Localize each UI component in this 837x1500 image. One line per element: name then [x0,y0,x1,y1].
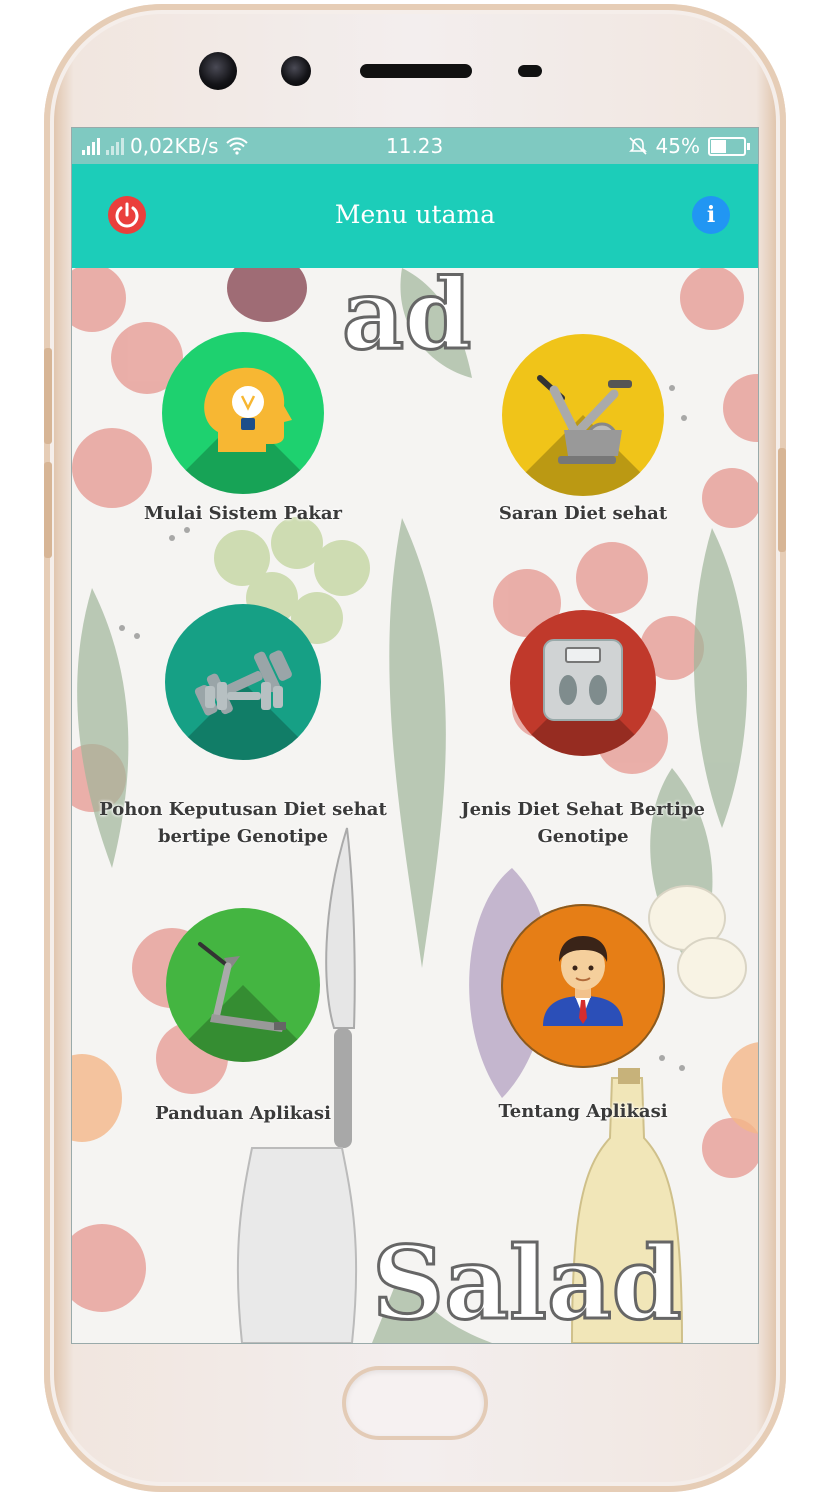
menu-item-label: Pohon Keputusan Diet sehat bertipe Genot… [99,799,387,847]
info-button[interactable]: i [692,196,730,234]
menu-item-mulai-sistem-pakar[interactable]: Mulai Sistem Pakar [78,332,408,527]
status-time: 11.23 [386,134,444,158]
menu-item-jenis-diet-sehat[interactable]: Jenis Diet Sehat Bertipe Genotipe [418,610,748,850]
head-lightbulb-icon [204,367,292,452]
power-side-button [778,448,786,552]
weighing-scale-icon [543,639,623,721]
menu-item-label: Tentang Aplikasi [498,1101,668,1122]
menu-item-circle [510,610,656,756]
menu-item-label: Saran Diet sehat [498,503,668,524]
volume-button-lower [44,462,52,558]
menu-item-pohon-keputusan[interactable]: Pohon Keputusan Diet sehat bertipe Genot… [78,604,408,850]
earpiece-speaker [360,64,472,78]
status-bar: 0,02KB/s 11.23 45% [72,128,758,164]
dumbbell-icon [194,650,292,716]
screen: ad Salad 0,02KB/s 11.23 45% Menu utama i… [71,127,759,1344]
menu-item-circle [165,604,321,760]
signal-icon [82,137,100,155]
wifi-icon [225,137,248,155]
salad-word-bottom: Salad [372,1224,682,1342]
exercise-bike-icon [537,375,632,464]
info-icon: i [706,202,716,228]
front-sensor [281,56,311,86]
volume-button [44,348,52,444]
network-speed: 0,02KB/s [130,134,219,158]
menu-item-circle [162,332,324,494]
app-bar: Menu utama i [72,164,758,268]
battery-percent: 45% [655,134,700,158]
menu-item-label: Jenis Diet Sehat Bertipe Genotipe [461,799,705,847]
menu-item-panduan-aplikasi[interactable]: Panduan Aplikasi [78,908,408,1127]
menu-item-circle [501,904,665,1068]
battery-icon [708,136,750,156]
menu-item-saran-diet-sehat[interactable]: Saran Diet sehat [418,334,748,527]
menu-item-circle [166,908,320,1062]
menu-item-label: Mulai Sistem Pakar [144,503,342,524]
page-title: Menu utama [334,200,496,229]
treadmill-icon [198,942,286,1032]
proximity-sensor [518,65,542,77]
businessman-avatar-icon [543,936,623,1026]
menu-item-tentang-aplikasi[interactable]: Tentang Aplikasi [418,904,748,1125]
home-button[interactable] [346,1370,484,1436]
mute-bell-icon [628,137,647,155]
status-right: 45% [628,134,750,158]
status-left: 0,02KB/s [82,134,249,158]
front-camera [199,52,237,90]
signal-2-icon [106,137,124,155]
menu-item-circle [502,334,664,496]
menu-item-label: Panduan Aplikasi [155,1103,331,1124]
